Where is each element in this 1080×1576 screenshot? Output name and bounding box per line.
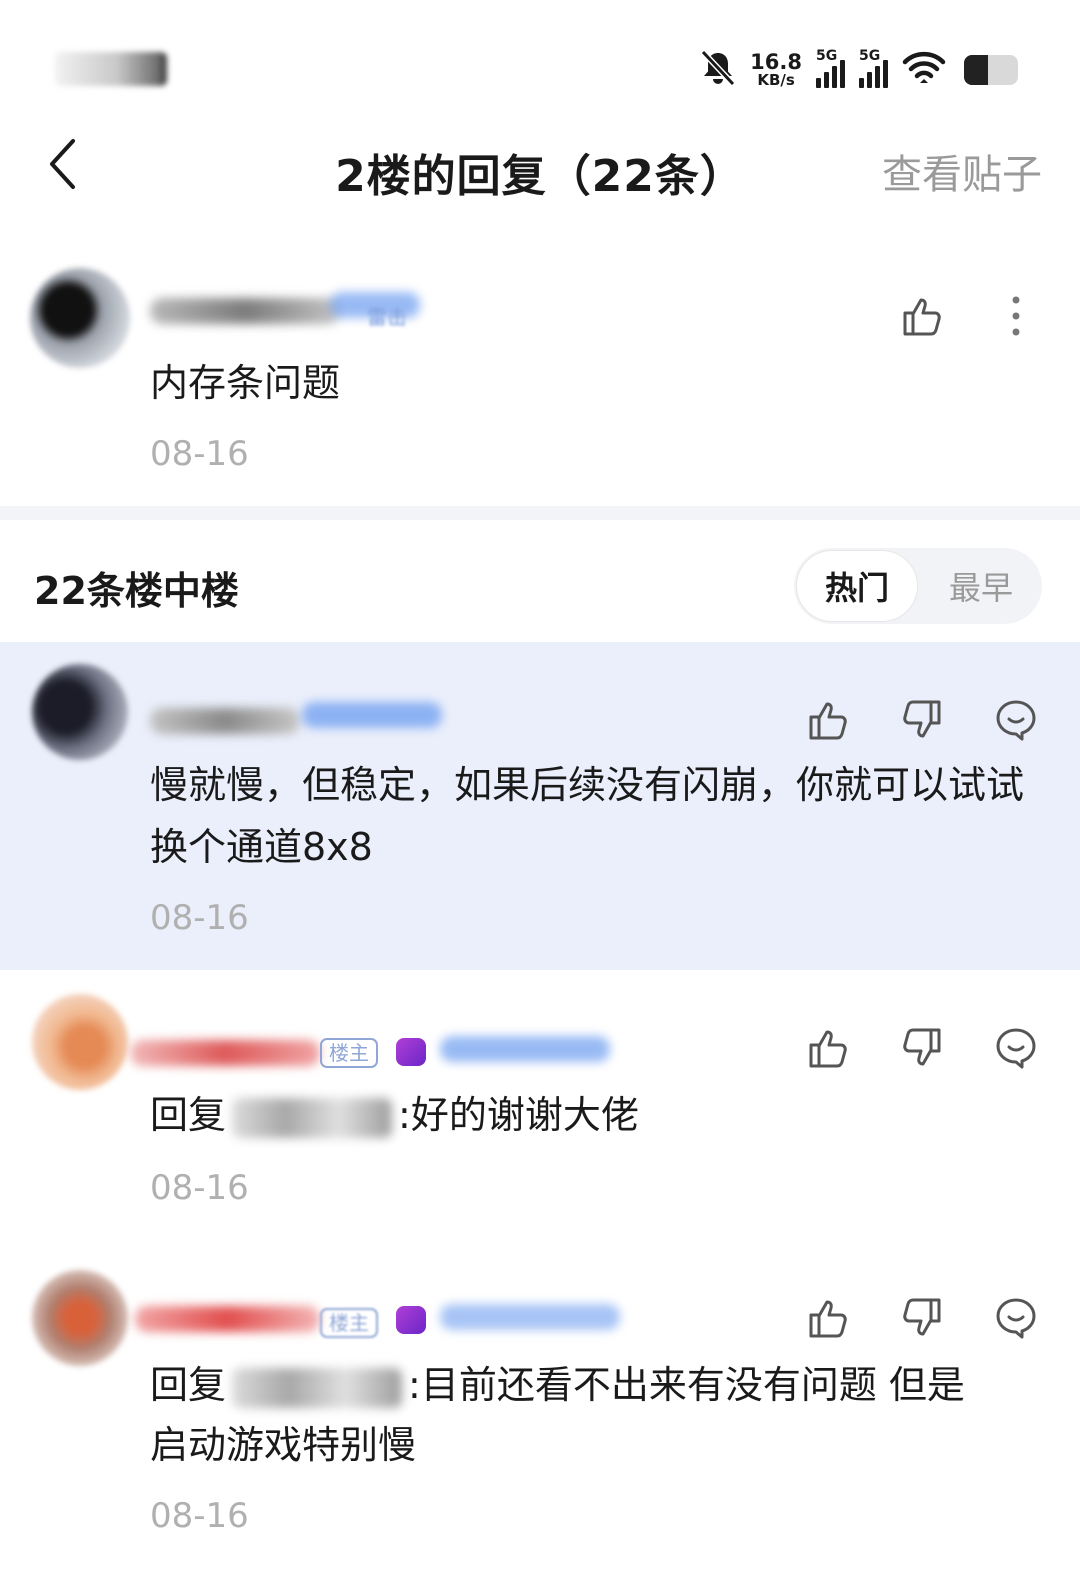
network-speed-value: 16.8: [750, 50, 802, 74]
username-redacted[interactable]: [135, 1306, 320, 1332]
sort-toggle: 热门 最早: [794, 548, 1042, 624]
crown-icon: [396, 1306, 426, 1334]
thumbs-down-icon: [903, 1028, 941, 1066]
mute-bell-icon: [700, 49, 736, 91]
sim1-label: 5G: [816, 48, 838, 64]
username-redacted[interactable]: [150, 298, 340, 324]
comment-icon: [996, 1028, 1036, 1069]
like-button[interactable]: [802, 1292, 854, 1344]
thumbs-up-icon: [809, 1030, 847, 1068]
network-speed: 16.8 KB/s: [750, 52, 802, 88]
mentioned-user-redacted[interactable]: [232, 1367, 403, 1408]
replies-header: 22条楼中楼 热门 最早: [0, 540, 1080, 630]
user-badge: 雷击: [367, 305, 407, 329]
dislike-button[interactable]: [896, 1292, 948, 1344]
user-level-redacted: [440, 1304, 620, 1330]
signal-sim1-icon: 5G: [816, 48, 845, 88]
sim2-label: 5G: [859, 48, 881, 64]
reply-actions: [802, 1292, 1042, 1344]
dislike-button[interactable]: [896, 1022, 948, 1074]
battery-icon: [964, 55, 1018, 85]
thumbs-down-icon: [903, 700, 941, 738]
thumbs-up-icon: [809, 1300, 847, 1338]
reply-text: :目前还看不出来有没有问题 但是: [408, 1363, 965, 1407]
status-time-redacted: [55, 52, 167, 86]
view-post-link[interactable]: 查看贴子: [882, 142, 1042, 200]
comment-icon: [996, 1298, 1036, 1339]
reply-actions: [802, 1022, 1042, 1074]
op-badge: 楼主: [320, 1308, 378, 1338]
sort-earliest-tab[interactable]: 最早: [920, 548, 1042, 624]
wifi-icon: [902, 50, 946, 90]
avatar[interactable]: [32, 664, 128, 760]
reply-text-line: 回复 :好的谢谢大佬: [150, 1084, 639, 1146]
section-divider: [0, 506, 1080, 520]
crown-icon: [396, 1038, 426, 1066]
battery-level: [964, 55, 989, 85]
comment-icon: [996, 700, 1036, 741]
thumbs-down-icon: [903, 1298, 941, 1336]
post-date: 08-16: [150, 434, 249, 474]
like-button[interactable]: [802, 1022, 854, 1074]
reply-date: 08-16: [150, 1496, 249, 1536]
status-bar: 16.8 KB/s 5G 5G: [0, 0, 1080, 120]
signal-sim2-icon: 5G: [859, 48, 888, 88]
comment-button[interactable]: [990, 1022, 1042, 1074]
avatar[interactable]: [32, 1270, 128, 1366]
reply-text-line: 回复 :目前还看不出来有没有问题 但是: [150, 1354, 965, 1416]
thumbs-up-icon: [809, 702, 847, 740]
dislike-button[interactable]: [896, 694, 948, 746]
reply-text: :好的谢谢大佬: [398, 1093, 639, 1137]
username-redacted[interactable]: [130, 1040, 320, 1066]
like-button[interactable]: [802, 694, 854, 746]
more-vertical-icon: [1012, 296, 1020, 336]
like-button[interactable]: [896, 290, 948, 342]
network-speed-unit: KB/s: [757, 71, 795, 89]
reply-prefix: 回复: [150, 1093, 227, 1137]
reply-date: 08-16: [150, 1168, 249, 1208]
status-icons: 16.8 KB/s 5G 5G: [700, 46, 1018, 94]
avatar[interactable]: [30, 268, 130, 368]
op-badge: 楼主: [320, 1038, 378, 1068]
replies-count-title: 22条楼中楼: [34, 569, 239, 613]
reply-text-line2: 启动游戏特别慢: [150, 1423, 417, 1467]
sort-hot-tab[interactable]: 热门: [796, 550, 918, 622]
comment-button[interactable]: [990, 694, 1042, 746]
nav-bar: 2楼的回复（22条） 查看贴子: [0, 120, 1080, 220]
more-options-button[interactable]: [990, 290, 1042, 342]
reply-date: 08-16: [150, 898, 249, 938]
avatar[interactable]: [32, 994, 128, 1090]
main-post-actions: [896, 290, 1042, 342]
reply-prefix: 回复: [150, 1363, 227, 1407]
mentioned-user-redacted[interactable]: [232, 1097, 393, 1138]
comment-button[interactable]: [990, 1292, 1042, 1344]
thumbs-up-icon: [903, 298, 941, 336]
post-text: 内存条问题: [150, 361, 341, 405]
reply-actions: [802, 694, 1042, 746]
user-level-redacted: [302, 702, 442, 728]
username-redacted[interactable]: [150, 708, 300, 734]
user-level-redacted: [440, 1036, 610, 1062]
reply-text: 慢就慢，但稳定，如果后续没有闪崩，你就可以试试换个通道8x8: [150, 763, 1025, 869]
